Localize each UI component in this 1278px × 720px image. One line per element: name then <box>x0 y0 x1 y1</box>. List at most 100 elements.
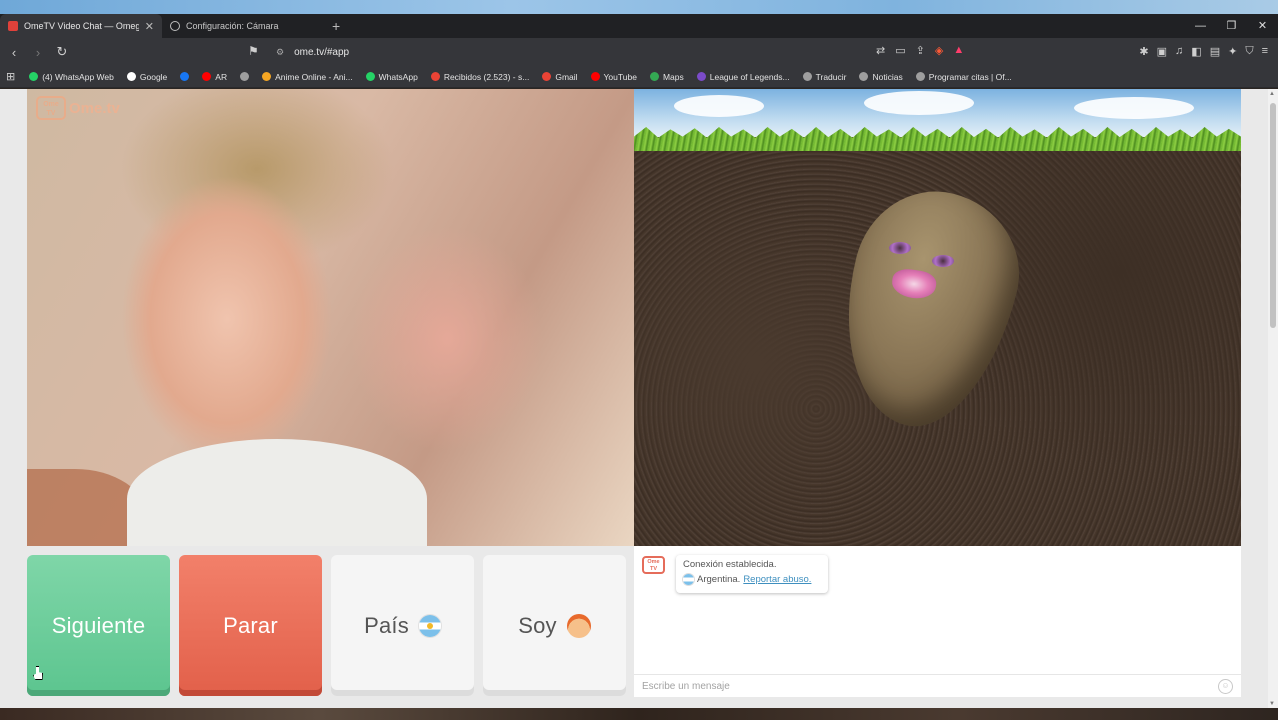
address-bar-actions: ⇄ ▭ ⇪ ◈ ▲ <box>876 44 964 57</box>
url-text: ome.tv/#app <box>294 46 350 58</box>
report-abuse-link[interactable]: Reportar abuso. <box>743 574 811 585</box>
anime-icon <box>262 72 272 81</box>
restore-icon[interactable]: ❐ <box>1216 14 1247 38</box>
site-info-icon[interactable]: ⚙ <box>276 47 284 58</box>
stop-button[interactable]: Parar <box>179 555 322 696</box>
sidebar-icon[interactable]: ◧ <box>1191 45 1201 58</box>
logo-text: Ome.tv <box>69 99 120 117</box>
potato-filter <box>819 174 1037 444</box>
youtube-icon <box>590 72 600 81</box>
globe-icon <box>915 72 925 81</box>
brave-rewards-icon[interactable]: ▲ <box>953 44 964 57</box>
bookmark-item[interactable]: (4) WhatsApp Web <box>29 72 114 82</box>
argentina-flag-icon <box>418 614 441 637</box>
desktop-bottom <box>0 708 1278 720</box>
bookmark-item[interactable]: Noticias <box>859 72 903 82</box>
scrollbar-thumb[interactable] <box>1270 103 1276 328</box>
league-icon <box>696 72 706 81</box>
globe-icon <box>802 72 812 81</box>
country-line: Argentina. Reportar abuso. <box>683 574 821 585</box>
stop-button-label: Parar <box>223 612 278 638</box>
close-tab-icon[interactable]: ✕ <box>145 20 154 33</box>
argentina-flag-icon <box>683 574 694 585</box>
desktop-background <box>0 0 1278 14</box>
apps-grid-icon[interactable]: ⊞ <box>6 70 15 83</box>
share-icon[interactable]: ⇪ <box>916 44 925 57</box>
connection-status: Conexión establecida. <box>683 559 777 570</box>
cloud <box>864 91 974 115</box>
media-icon[interactable]: ♫ <box>1175 45 1183 58</box>
wallet-icon[interactable]: ▤ <box>1210 45 1220 58</box>
globe-icon <box>859 72 869 81</box>
google-icon <box>126 72 136 81</box>
bookmark-item[interactable]: Anime Online - Ani... <box>262 72 353 82</box>
boy-emoji-icon <box>566 613 591 638</box>
bookmark-item[interactable]: Maps <box>649 72 684 82</box>
bookmark-item[interactable] <box>180 72 190 81</box>
leo-ai-icon[interactable]: ✦ <box>1228 45 1237 58</box>
cloud <box>674 95 764 117</box>
message-input[interactable] <box>642 680 1218 692</box>
cast-icon[interactable]: ▭ <box>895 44 905 57</box>
potato-eye <box>932 255 954 267</box>
translate-icon[interactable]: ⇄ <box>876 44 885 57</box>
tab-bar: OmeTV Video Chat — Omeg ✕ Configuración:… <box>0 14 1278 38</box>
tab-label: Configuración: Cámara <box>186 21 279 31</box>
gear-icon <box>170 21 180 31</box>
tab-camera-settings[interactable]: Configuración: Cámara <box>162 14 324 38</box>
gmail-icon <box>542 72 552 81</box>
potato-eye <box>889 242 911 254</box>
country-button-label: País <box>364 612 409 638</box>
ometv-favicon-icon <box>8 21 18 31</box>
next-button-label: Siguiente <box>51 612 146 638</box>
reload-icon[interactable]: ↻ <box>52 44 72 60</box>
back-icon[interactable]: ‹ <box>4 45 24 60</box>
minimize-icon[interactable]: — <box>1185 14 1216 38</box>
new-tab-icon[interactable]: + <box>332 18 340 34</box>
forward-icon[interactable]: › <box>28 45 48 60</box>
video-shirt <box>127 439 427 546</box>
bookmark-item[interactable]: Gmail <box>542 72 578 82</box>
tab-search-icon[interactable]: ▣ <box>1157 45 1167 58</box>
ometv-logo: Ome TV Ome.tv <box>36 96 120 120</box>
bookmark-item[interactable]: Google <box>126 72 167 82</box>
vpn-icon[interactable]: ⛉ <box>1245 45 1253 58</box>
scroll-down-icon[interactable]: ▼ <box>1269 701 1275 707</box>
window-controls: — ❐ ✕ <box>1185 14 1278 38</box>
stranger-video <box>27 89 634 546</box>
bookmark-item[interactable]: League of Legends... <box>696 72 790 82</box>
extensions-icon[interactable]: ✱ <box>1139 45 1148 58</box>
facebook-icon <box>180 72 190 81</box>
extension-toolbar: ✱ ▣ ♫ ◧ ▤ ✦ ⛉ ≡ <box>1139 45 1268 58</box>
gmail-icon <box>430 72 440 81</box>
tab-ometv[interactable]: OmeTV Video Chat — Omeg ✕ <box>0 14 162 38</box>
bookmark-item[interactable] <box>240 72 250 81</box>
whatsapp-icon <box>365 72 375 81</box>
navigation-bar: ‹ › ↻ ⚑ ⚙ ome.tv/#app ⇄ ▭ ⇪ ◈ ▲ ✱ ▣ ♫ ◧ … <box>0 38 1278 66</box>
bookmark-item[interactable]: AR <box>202 72 227 82</box>
close-window-icon[interactable]: ✕ <box>1247 14 1278 38</box>
chat-panel: Ome TV Conexión establecida. Argentina. … <box>634 546 1241 697</box>
maps-icon <box>649 72 659 81</box>
stranger-country: Argentina. <box>697 574 741 585</box>
self-video <box>634 89 1241 546</box>
menu-icon[interactable]: ≡ <box>1262 45 1268 58</box>
logo-badge: Ome TV <box>36 96 66 120</box>
bookmark-item[interactable]: Recibidos (2.523) - s... <box>430 72 529 82</box>
bookmark-icon[interactable]: ⚑ <box>248 44 259 58</box>
gender-button[interactable]: Soy <box>483 555 626 696</box>
emoji-icon[interactable]: ☺ <box>1218 678 1233 694</box>
scroll-up-icon[interactable]: ▲ <box>1269 91 1275 97</box>
chat-logo-icon: Ome TV <box>642 556 665 574</box>
gender-button-label: Soy <box>518 612 557 638</box>
bookmark-item[interactable]: Programar citas | Of... <box>915 72 1012 82</box>
bookmark-item[interactable]: WhatsApp <box>365 72 418 82</box>
bookmark-item[interactable]: Traducir <box>802 72 846 82</box>
brave-shields-icon[interactable]: ◈ <box>935 44 943 57</box>
globe-icon <box>240 72 250 81</box>
bookmark-item[interactable]: YouTube <box>590 72 637 82</box>
country-button[interactable]: País <box>331 555 474 696</box>
next-button[interactable]: Siguiente <box>27 555 170 696</box>
cloud <box>1074 97 1194 119</box>
page-scrollbar[interactable]: ▲ ▼ <box>1268 89 1278 709</box>
